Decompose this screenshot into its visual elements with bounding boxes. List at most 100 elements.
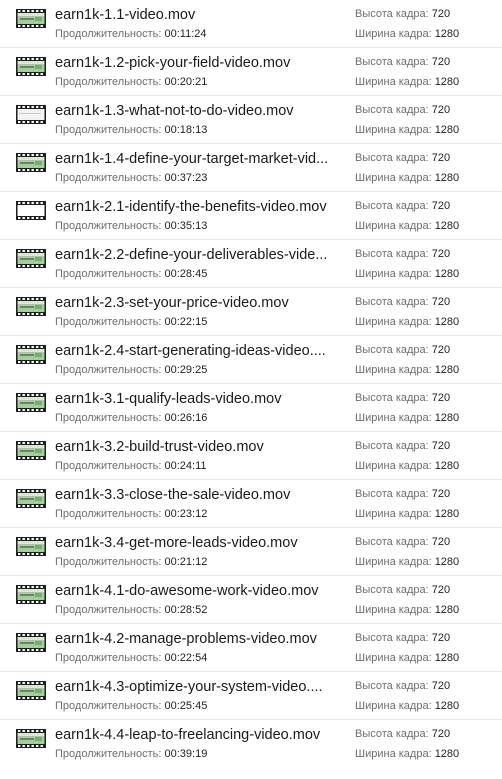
frame-height-label: Высота кадра: [355, 680, 429, 692]
file-name[interactable]: earn1k-1.2-pick-your-field-video.mov [55, 54, 337, 72]
frame-width: Ширина кадра: 1280 [355, 699, 459, 713]
file-row[interactable]: earn1k-4.1-do-awesome-work-video.mov Про… [0, 576, 502, 624]
duration-label: Продолжительность: [55, 172, 162, 184]
frame-height-value: 720 [431, 536, 451, 548]
duration-value: 00:25:45 [164, 700, 208, 712]
file-name[interactable]: earn1k-3.1-qualify-leads-video.mov [55, 390, 337, 408]
file-name[interactable]: earn1k-1.3-what-not-to-do-video.mov [55, 102, 337, 120]
video-file-icon [16, 441, 46, 460]
frame-height-label: Высота кадра: [355, 488, 429, 500]
file-row[interactable]: earn1k-1.2-pick-your-field-video.mov Про… [0, 48, 502, 96]
file-row[interactable]: earn1k-1.1-video.mov Продолжительность: … [0, 0, 502, 48]
frame-height: Высота кадра: 720 [355, 343, 450, 357]
file-name[interactable]: earn1k-2.2-define-your-deliverables-vide… [55, 246, 337, 264]
frame-width-value: 1280 [434, 76, 460, 88]
file-duration: Продолжительность: 00:11:24 [55, 27, 207, 41]
file-row[interactable]: earn1k-1.3-what-not-to-do-video.mov Прод… [0, 96, 502, 144]
frame-width-value: 1280 [434, 556, 460, 568]
frame-height-value: 720 [431, 104, 451, 116]
video-file-icon [16, 537, 46, 556]
frame-height-value: 720 [431, 632, 451, 644]
file-duration: Продолжительность: 00:22:15 [55, 315, 207, 329]
file-name[interactable]: earn1k-1.1-video.mov [55, 6, 337, 24]
file-name[interactable]: earn1k-2.3-set-your-price-video.mov [55, 294, 337, 312]
duration-label: Продолжительность: [55, 748, 162, 760]
frame-height-value: 720 [431, 56, 451, 68]
duration-value: 00:35:13 [164, 220, 208, 232]
frame-height: Высота кадра: 720 [355, 487, 450, 501]
duration-value: 00:28:45 [164, 268, 208, 280]
frame-width-label: Ширина кадра: [355, 604, 432, 616]
file-row[interactable]: earn1k-3.1-qualify-leads-video.mov Продо… [0, 384, 502, 432]
video-file-icon [16, 105, 46, 124]
frame-height: Высота кадра: 720 [355, 295, 450, 309]
file-row[interactable]: earn1k-1.4-define-your-target-market-vid… [0, 144, 502, 192]
duration-value: 00:28:52 [164, 604, 208, 616]
frame-height: Высота кадра: 720 [355, 439, 450, 453]
frame-width-label: Ширина кадра: [355, 556, 432, 568]
file-row[interactable]: earn1k-4.2-manage-problems-video.mov Про… [0, 624, 502, 672]
frame-height-value: 720 [431, 344, 451, 356]
frame-height-value: 720 [431, 248, 451, 260]
frame-width-label: Ширина кадра: [355, 220, 432, 232]
file-row[interactable]: earn1k-3.2-build-trust-video.mov Продолж… [0, 432, 502, 480]
frame-width: Ширина кадра: 1280 [355, 651, 459, 665]
duration-label: Продолжительность: [55, 508, 162, 520]
file-row[interactable]: earn1k-4.3-optimize-your-system-video...… [0, 672, 502, 720]
video-file-icon [16, 633, 46, 652]
file-name[interactable]: earn1k-3.2-build-trust-video.mov [55, 438, 337, 456]
frame-height-value: 720 [431, 728, 451, 740]
duration-value: 00:22:54 [164, 652, 208, 664]
file-name[interactable]: earn1k-3.4-get-more-leads-video.mov [55, 534, 337, 552]
video-file-icon [16, 249, 46, 268]
duration-value: 00:23:12 [164, 508, 208, 520]
frame-height-value: 720 [431, 488, 451, 500]
file-name[interactable]: earn1k-4.4-leap-to-freelancing-video.mov [55, 726, 337, 744]
file-duration: Продолжительность: 00:22:54 [55, 651, 207, 665]
frame-height-label: Высота кадра: [355, 8, 429, 20]
file-duration: Продолжительность: 00:18:13 [55, 123, 207, 137]
duration-value: 00:26:16 [164, 412, 208, 424]
file-name[interactable]: earn1k-2.4-start-generating-ideas-video.… [55, 342, 337, 360]
duration-value: 00:37:23 [164, 172, 208, 184]
frame-width: Ширина кадра: 1280 [355, 267, 459, 281]
duration-label: Продолжительность: [55, 604, 162, 616]
file-name[interactable]: earn1k-1.4-define-your-target-market-vid… [55, 150, 337, 168]
duration-label: Продолжительность: [55, 316, 162, 328]
file-row[interactable]: earn1k-3.4-get-more-leads-video.mov Прод… [0, 528, 502, 576]
frame-width: Ширина кадра: 1280 [355, 171, 459, 185]
file-row[interactable]: earn1k-4.4-leap-to-freelancing-video.mov… [0, 720, 502, 768]
frame-width-value: 1280 [434, 508, 460, 520]
video-file-icon [16, 585, 46, 604]
file-row[interactable]: earn1k-2.3-set-your-price-video.mov Прод… [0, 288, 502, 336]
video-file-icon [16, 729, 46, 748]
frame-width-value: 1280 [434, 412, 460, 424]
file-row[interactable]: earn1k-3.3-close-the-sale-video.mov Прод… [0, 480, 502, 528]
file-name[interactable]: earn1k-4.1-do-awesome-work-video.mov [55, 582, 337, 600]
file-name[interactable]: earn1k-4.3-optimize-your-system-video...… [55, 678, 337, 696]
file-duration: Продолжительность: 00:37:23 [55, 171, 207, 185]
file-row[interactable]: earn1k-2.1-identify-the-benefits-video.m… [0, 192, 502, 240]
frame-width-label: Ширина кадра: [355, 748, 432, 760]
frame-height: Высота кадра: 720 [355, 151, 450, 165]
frame-height-value: 720 [431, 440, 451, 452]
frame-height-value: 720 [431, 200, 451, 212]
frame-width-value: 1280 [434, 220, 460, 232]
frame-height-label: Высота кадра: [355, 392, 429, 404]
duration-label: Продолжительность: [55, 364, 162, 376]
frame-height: Высота кадра: 720 [355, 727, 450, 741]
frame-width-value: 1280 [434, 268, 460, 280]
file-row[interactable]: earn1k-2.2-define-your-deliverables-vide… [0, 240, 502, 288]
file-name[interactable]: earn1k-3.3-close-the-sale-video.mov [55, 486, 337, 504]
frame-height-label: Высота кадра: [355, 56, 429, 68]
file-name[interactable]: earn1k-2.1-identify-the-benefits-video.m… [55, 198, 337, 216]
frame-width-label: Ширина кадра: [355, 316, 432, 328]
duration-label: Продолжительность: [55, 220, 162, 232]
frame-height-label: Высота кадра: [355, 296, 429, 308]
file-row[interactable]: earn1k-2.4-start-generating-ideas-video.… [0, 336, 502, 384]
file-list: earn1k-1.1-video.mov Продолжительность: … [0, 0, 502, 779]
file-name[interactable]: earn1k-4.2-manage-problems-video.mov [55, 630, 337, 648]
frame-width: Ширина кадра: 1280 [355, 603, 459, 617]
frame-width-value: 1280 [434, 652, 460, 664]
frame-width-label: Ширина кадра: [355, 652, 432, 664]
